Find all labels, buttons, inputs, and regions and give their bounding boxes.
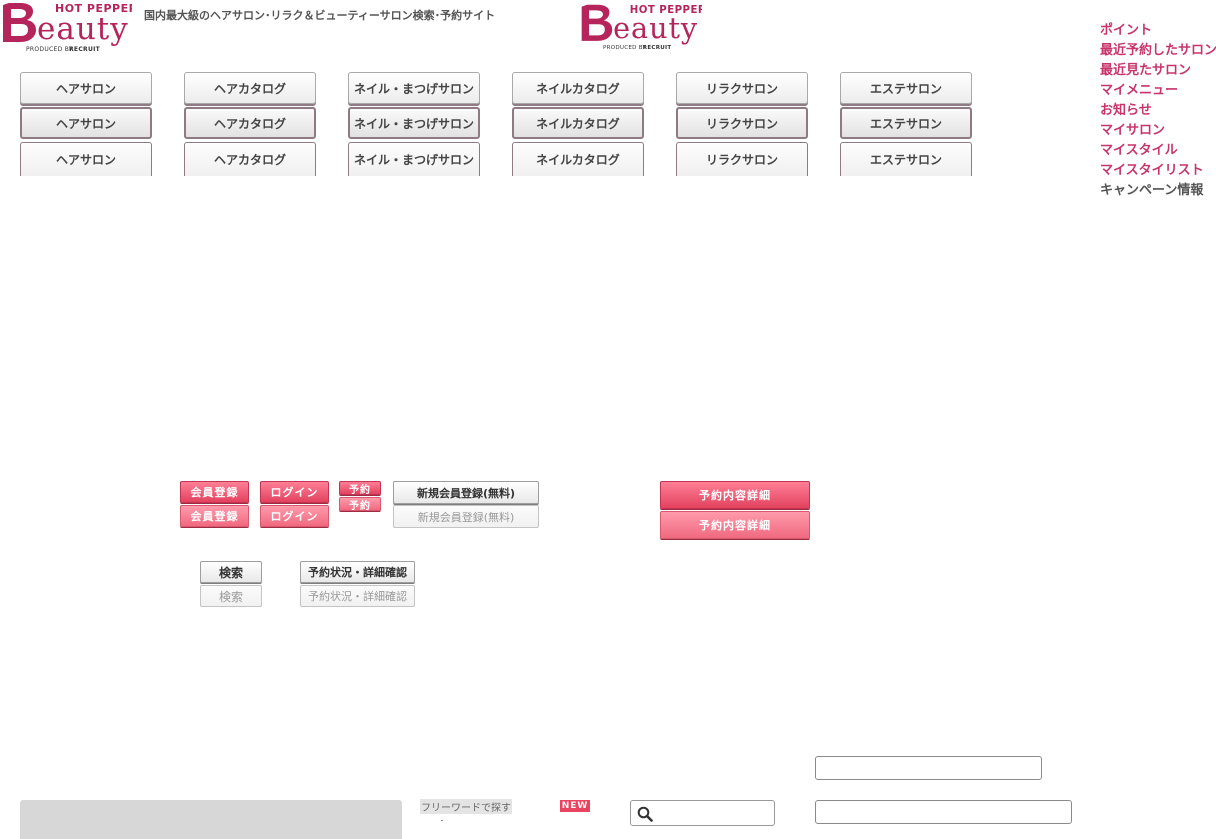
search-button-disabled[interactable]: 検索 [200, 585, 262, 607]
free-word-label: フリーワードで探す [420, 799, 512, 814]
tab-hair-salon[interactable]: ヘアサロン [20, 107, 152, 139]
tab-hair-salon[interactable]: ヘアサロン [20, 72, 152, 104]
nav-my-menu[interactable]: マイメニュー [1100, 79, 1178, 98]
tab-nail-eyelash-salon[interactable]: ネイル・まつげサロン [348, 107, 480, 139]
tab-esthetic-salon[interactable]: エステサロン [840, 142, 972, 176]
logo-recruit: RECRUIT [643, 45, 672, 51]
login-button-hover[interactable]: ログイン [260, 505, 329, 527]
reservation-detail-button[interactable]: 予約内容詳細 [660, 481, 810, 509]
nav-campaign[interactable]: キャンペーン情報 [1100, 179, 1203, 198]
nav-my-style[interactable]: マイスタイル [1100, 139, 1178, 158]
text-field-2[interactable] [815, 800, 1072, 824]
tab-relax-salon[interactable]: リラクサロン [676, 72, 808, 104]
logo-produced-by: PRODUCED BY [603, 45, 647, 51]
tab-nail-eyelash-salon[interactable]: ネイル・まつげサロン [348, 72, 480, 104]
tab-nail-catalog[interactable]: ネイルカタログ [512, 107, 644, 139]
tab-hair-catalog[interactable]: ヘアカタログ [184, 107, 316, 139]
nav-notice[interactable]: お知らせ [1100, 99, 1152, 118]
tab-hair-catalog[interactable]: ヘアカタログ [184, 72, 316, 104]
tab-relax-salon[interactable]: リラクサロン [676, 107, 808, 139]
nav-recently-viewed[interactable]: 最近見たサロン [1100, 59, 1191, 78]
keyword-search-box[interactable] [630, 800, 775, 826]
logo-produced-by: PRODUCED BY [26, 46, 73, 53]
keyword-search-input[interactable] [657, 802, 773, 824]
logo-b-icon [3, 3, 36, 42]
reserve-button-hover[interactable]: 予約 [339, 497, 381, 512]
new-member-free-button[interactable]: 新規会員登録(無料) [393, 481, 539, 504]
new-badge: NEW [560, 800, 590, 812]
search-panel [20, 800, 402, 839]
nav-recently-reserved[interactable]: 最近予約したサロン [1100, 39, 1216, 58]
member-register-button-hover[interactable]: 会員登録 [180, 505, 249, 527]
login-button[interactable]: ログイン [260, 481, 329, 503]
reservation-detail-button-hover[interactable]: 予約内容詳細 [660, 511, 810, 539]
nav-point[interactable]: ポイント [1100, 19, 1152, 38]
tab-nail-catalog[interactable]: ネイルカタログ [512, 72, 644, 104]
nav-my-salon[interactable]: マイサロン [1100, 119, 1165, 138]
tab-relax-salon[interactable]: リラクサロン [676, 142, 808, 176]
tab-esthetic-salon[interactable]: エステサロン [840, 72, 972, 104]
logo-secondary[interactable]: HOT PEPPER eauty PRODUCED BY RECRUIT [578, 2, 702, 52]
search-icon[interactable] [637, 806, 653, 822]
reserve-button[interactable]: 予約 [339, 481, 381, 496]
logo-main[interactable]: HOT PEPPER eauty PRODUCED BY RECRUIT [0, 0, 132, 54]
tab-hair-salon[interactable]: ヘアサロン [20, 142, 152, 176]
reservation-status-button[interactable]: 予約状況・詳細確認 [300, 561, 415, 583]
text-field-1[interactable] [815, 756, 1042, 780]
logo-beauty-text: eauty [37, 11, 129, 47]
logo-recruit: RECRUIT [69, 46, 101, 53]
logo-beauty-text: eauty [613, 11, 698, 45]
site-tagline: 国内最大級のヘアサロン･リラク＆ビューティーサロン検索･予約サイト [144, 9, 496, 22]
logo-b-icon [581, 4, 613, 41]
nav-my-stylist[interactable]: マイスタイリスト [1100, 159, 1204, 178]
new-member-free-button-hover[interactable]: 新規会員登録(無料) [393, 505, 539, 528]
divider-dot [441, 820, 443, 821]
tab-nail-eyelash-salon[interactable]: ネイル・まつげサロン [348, 142, 480, 176]
tab-hair-catalog[interactable]: ヘアカタログ [184, 142, 316, 176]
tab-nail-catalog[interactable]: ネイルカタログ [512, 142, 644, 176]
member-register-button[interactable]: 会員登録 [180, 481, 249, 503]
tab-esthetic-salon[interactable]: エステサロン [840, 107, 972, 139]
search-button[interactable]: 検索 [200, 561, 262, 583]
reservation-status-button-disabled[interactable]: 予約状況・詳細確認 [300, 585, 415, 607]
